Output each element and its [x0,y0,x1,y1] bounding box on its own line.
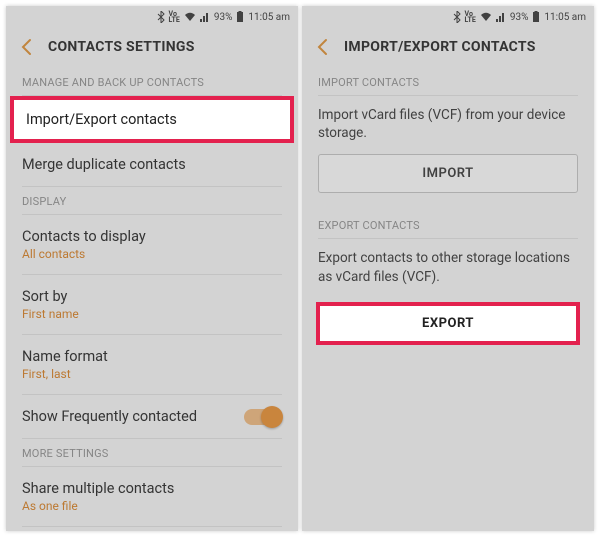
status-bar: VoLTE 93% 11:05 am [302,6,594,28]
wifi-icon [184,12,196,22]
back-icon[interactable] [316,38,330,56]
app-bar: CONTACTS SETTINGS [6,28,298,68]
signal-icon [496,12,506,22]
section-export-header: EXPORT CONTACTS [302,211,594,238]
right-panel: VoLTE 93% 11:05 am IMPORT/EXPORT CONTACT… [302,6,594,531]
export-description: Export contacts to other storage locatio… [302,239,594,297]
toggle-on-icon[interactable] [244,409,282,425]
row-name-format[interactable]: Name format First, last [6,335,298,394]
bluetooth-icon [453,11,461,23]
row-sort-by[interactable]: Sort by First name [6,275,298,334]
volte-icon: VoLTE [169,11,180,23]
import-description: Import vCard files (VCF) from your devic… [302,96,594,154]
row-contacts-to-display[interactable]: Contacts to display All contacts [6,215,298,274]
row-ctd-title: Contacts to display [22,228,282,245]
spacer [302,201,594,211]
row-merge-duplicates[interactable]: Merge duplicate contacts [6,143,298,186]
row-share-sub: As one file [22,499,282,513]
page-title: CONTACTS SETTINGS [48,39,195,55]
section-more-header: MORE SETTINGS [6,439,298,466]
export-button-highlight[interactable]: EXPORT [316,302,580,345]
volte-icon: VoLTE [465,11,476,23]
battery-pct: 93% [214,12,233,23]
row-import-export-highlight[interactable]: Import/Export contacts [10,96,294,143]
row-sort-sub: First name [22,307,282,321]
row-share-title: Share multiple contacts [22,480,282,497]
section-display-header: DISPLAY [6,187,298,214]
battery-icon [532,11,540,23]
page-title: IMPORT/EXPORT CONTACTS [344,39,536,55]
divider [22,526,282,527]
row-merge-label: Merge duplicate contacts [22,156,282,173]
import-button[interactable]: IMPORT [318,154,578,193]
signal-icon [200,12,210,22]
bluetooth-icon [157,11,165,23]
row-freq-title: Show Frequently contacted [22,408,197,425]
section-import-header: IMPORT CONTACTS [302,68,594,95]
clock-text: 11:05 am [544,12,586,23]
section-manage-header: MANAGE AND BACK UP CONTACTS [6,68,298,95]
row-ctd-sub: All contacts [22,247,282,261]
wifi-icon [480,12,492,22]
left-panel: VoLTE 93% 11:05 am CONTACTS SETTINGS MAN… [6,6,298,531]
row-nf-sub: First, last [22,367,282,381]
row-show-frequently[interactable]: Show Frequently contacted [6,395,298,438]
battery-pct: 93% [510,12,529,23]
battery-icon [236,11,244,23]
row-import-export-label: Import/Export contacts [26,111,278,128]
row-sort-title: Sort by [22,288,282,305]
clock-text: 11:05 am [248,12,290,23]
row-share-multiple[interactable]: Share multiple contacts As one file [6,467,298,526]
app-bar: IMPORT/EXPORT CONTACTS [302,28,594,68]
status-bar: VoLTE 93% 11:05 am [6,6,298,28]
row-nf-title: Name format [22,348,282,365]
back-icon[interactable] [20,38,34,56]
